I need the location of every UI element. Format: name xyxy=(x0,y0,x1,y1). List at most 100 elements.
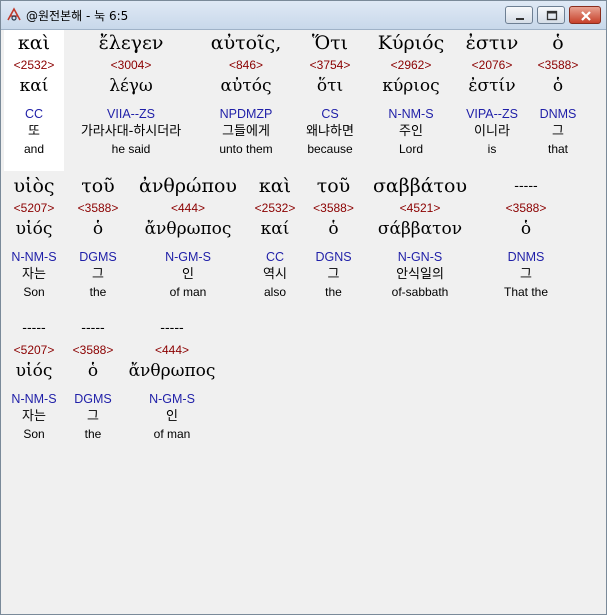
korean-gloss: 가라사대-하시더라 xyxy=(80,124,182,139)
word-column[interactable]: ----- <3588> ὁ DGMS 그 the xyxy=(65,315,121,442)
english-gloss: because xyxy=(307,142,353,156)
word-column[interactable]: ὁ <3588> ὁ DNMS 그 that xyxy=(528,30,588,157)
parsing-code: CC xyxy=(265,250,285,264)
maximize-icon xyxy=(546,10,558,21)
parsing-code: VIPA--ZS xyxy=(466,107,518,121)
korean-gloss: 그들에게 xyxy=(222,124,270,139)
strong-number: <846> xyxy=(228,58,264,72)
greek-word: σαββάτου xyxy=(372,175,468,197)
strong-number: <2532> xyxy=(13,58,55,72)
parsing-code: DNMS xyxy=(507,250,545,264)
lemma: υἱός xyxy=(15,219,53,239)
parsing-code: N-NM-S xyxy=(11,250,57,264)
word-column[interactable]: ἔλεγεν <3004> λέγω VIIA--ZS 가라사대-하시더라 he… xyxy=(65,30,197,157)
word-column[interactable]: τοῦ <3588> ὁ DGNS 그 the xyxy=(306,173,361,300)
greek-word: υἱὸς xyxy=(13,175,55,197)
english-gloss: the xyxy=(89,285,107,299)
korean-gloss: 그 xyxy=(520,267,532,282)
close-icon xyxy=(581,11,591,21)
english-gloss: Son xyxy=(23,285,45,299)
korean-gloss: 역시 xyxy=(263,267,287,282)
strong-number: <5207> xyxy=(13,201,55,215)
lemma: λέγω xyxy=(109,76,153,96)
word-column[interactable]: αὐτοῖς, <846> αὐτός NPDMZP 그들에게 unto the… xyxy=(198,30,294,157)
close-button[interactable] xyxy=(569,6,601,24)
korean-gloss: 그 xyxy=(92,267,104,282)
lemma: αὐτός xyxy=(220,76,272,96)
word-column[interactable]: Ὅτι <3754> ὅτι CS 왜냐하면 because xyxy=(295,30,365,157)
greek-word: τοῦ xyxy=(316,175,351,197)
english-gloss: of-sabbath xyxy=(391,285,449,299)
lemma: ὁ xyxy=(92,219,104,239)
parsing-code: N-GM-S xyxy=(149,392,195,406)
english-gloss: is xyxy=(487,142,497,156)
word-column[interactable]: ----- <444> ἄνθρωπος N-GM-S 인 of man xyxy=(122,315,222,442)
korean-gloss: 자는 xyxy=(22,267,46,282)
maximize-button[interactable] xyxy=(537,6,565,24)
title-bar[interactable]: @원전본해 - 눅 6:5 xyxy=(1,1,606,30)
word-column[interactable]: ἀνθρώπου <444> ἄνθρωπος N-GM-S 인 of man xyxy=(132,173,244,300)
korean-gloss: 그 xyxy=(552,124,564,139)
word-column[interactable]: καὶ <2532> καί CC 또 and xyxy=(4,30,64,157)
english-gloss: he said xyxy=(111,142,151,156)
english-gloss: the xyxy=(325,285,342,299)
lemma: ὁ xyxy=(520,219,532,239)
strong-number: <3004> xyxy=(110,58,152,72)
strong-number: <5207> xyxy=(13,343,55,357)
english-gloss: That the xyxy=(503,285,549,299)
parsing-code: N-GM-S xyxy=(165,250,211,264)
strong-number: <3588> xyxy=(72,343,114,357)
greek-word: αὐτοῖς, xyxy=(210,32,282,54)
korean-gloss: 또 xyxy=(28,124,40,139)
parsing-code: CS xyxy=(321,107,339,121)
lemma: ὁ xyxy=(328,219,339,239)
english-gloss: and xyxy=(23,142,45,156)
parsing-code: VIIA--ZS xyxy=(107,107,155,121)
strong-number: <444> xyxy=(170,201,206,215)
word-column[interactable]: ----- <3588> ὁ DNMS 그 That the xyxy=(479,173,573,300)
minimize-button[interactable] xyxy=(505,6,533,24)
lemma: ὁ xyxy=(552,76,564,96)
greek-word: καὶ xyxy=(17,32,51,54)
app-window: @원전본해 - 눅 6:5 καὶ <2532> καί CC 또 and ἔλ… xyxy=(0,0,607,615)
strong-number: <3588> xyxy=(505,201,547,215)
parsing-code: N-NM-S xyxy=(388,107,434,121)
greek-placeholder: ----- xyxy=(81,321,105,336)
greek-word: Ὅτι xyxy=(311,32,349,54)
window-title: @원전본해 - 눅 6:5 xyxy=(26,9,129,23)
word-column[interactable]: Κύριός <2962> κύριος N-NM-S 주인 Lord xyxy=(366,30,456,157)
word-column[interactable]: καὶ <2532> καί CC 역시 also xyxy=(245,173,305,300)
interlinear-content: καὶ <2532> καί CC 또 and ἔλεγεν <3004> λέ… xyxy=(1,30,606,613)
english-gloss: Lord xyxy=(398,142,424,156)
strong-number: <3754> xyxy=(309,58,351,72)
greek-word: ἔλεγεν xyxy=(98,32,164,54)
lemma: ὁ xyxy=(87,361,99,381)
korean-gloss: 그 xyxy=(87,409,99,424)
english-gloss: also xyxy=(263,285,286,299)
word-column[interactable]: τοῦ <3588> ὁ DGMS 그 the xyxy=(65,173,131,300)
greek-placeholder: ----- xyxy=(160,321,184,336)
word-column[interactable]: υἱὸς <5207> υἱός N-NM-S 자는 Son xyxy=(4,173,64,300)
english-gloss: unto them xyxy=(219,142,273,156)
word-column[interactable]: ----- <5207> υἱός N-NM-S 자는 Son xyxy=(4,315,64,442)
korean-gloss: 그 xyxy=(327,267,340,282)
parsing-code: DGMS xyxy=(79,250,117,264)
strong-number: <444> xyxy=(154,343,190,357)
english-gloss: Son xyxy=(23,427,45,441)
lemma: καί xyxy=(19,76,49,96)
greek-word: Κύριός xyxy=(377,32,445,54)
lemma: καί xyxy=(260,219,290,239)
strong-number: <3588> xyxy=(537,58,579,72)
strong-number: <2532> xyxy=(254,201,296,215)
word-column[interactable]: σαββάτου <4521> σάββατον N-GN-S 안식일의 of-… xyxy=(362,173,478,300)
strong-number: <2962> xyxy=(390,58,432,72)
english-gloss: the xyxy=(84,427,102,441)
lemma: κύριος xyxy=(382,76,440,96)
strong-number: <2076> xyxy=(471,58,513,72)
korean-gloss: 안식일의 xyxy=(396,267,444,282)
word-column[interactable]: ἐστιν <2076> ἐστίν VIPA--ZS 이니라 is xyxy=(457,30,527,157)
lemma: σάββατον xyxy=(377,219,463,239)
english-gloss: of man xyxy=(169,285,207,299)
greek-word: ὁ xyxy=(552,32,564,54)
parsing-code: N-NM-S xyxy=(11,392,57,406)
